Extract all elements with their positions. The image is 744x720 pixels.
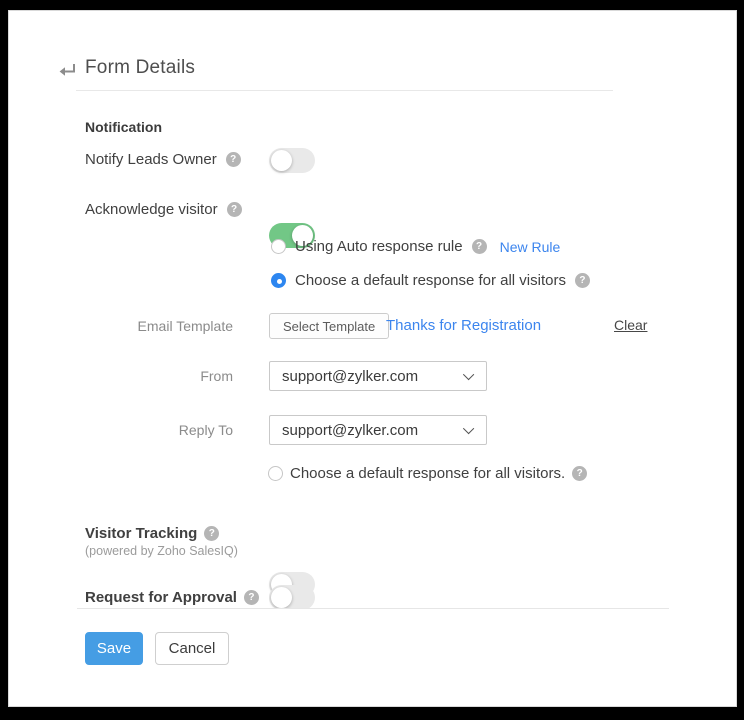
help-icon[interactable] <box>204 526 219 541</box>
reply-to-select-value: support@zylker.com <box>282 422 466 439</box>
request-for-approval-toggle[interactable] <box>269 585 315 608</box>
auto-response-rule-label: Using Auto response rule <box>295 238 463 255</box>
section-title-notification: Notification <box>85 119 162 135</box>
visitor-tracking-subtitle: (powered by Zoho SalesIQ) <box>85 544 238 558</box>
acknowledge-visitor-label: Acknowledge visitor <box>85 201 218 218</box>
help-icon[interactable] <box>244 590 259 605</box>
visitor-tracking-row: Visitor Tracking <box>85 525 219 542</box>
default-response-label: Choose a default response for all visito… <box>295 272 566 289</box>
default-response-bottom-label: Choose a default response for all visito… <box>290 465 565 482</box>
acknowledge-visitor-row: Acknowledge visitor <box>85 201 242 218</box>
visitor-tracking-label: Visitor Tracking <box>85 525 197 542</box>
reply-to-select[interactable]: support@zylker.com <box>269 415 487 445</box>
from-select[interactable]: support@zylker.com <box>269 361 487 391</box>
page-title: Form Details <box>85 57 195 79</box>
auto-response-rule-row: Using Auto response rule New Rule <box>271 238 560 255</box>
from-select-value: support@zylker.com <box>282 368 466 385</box>
back-button[interactable] <box>55 59 79 83</box>
help-icon[interactable] <box>572 466 587 481</box>
notify-leads-owner-label: Notify Leads Owner <box>85 151 217 168</box>
help-icon[interactable] <box>472 239 487 254</box>
help-icon[interactable] <box>227 202 242 217</box>
notify-leads-owner-row: Notify Leads Owner <box>85 151 241 168</box>
request-for-approval-row: Request for Approval <box>85 589 259 606</box>
reply-to-label: Reply To <box>9 422 233 438</box>
title-divider <box>76 90 613 91</box>
new-rule-link[interactable]: New Rule <box>500 239 561 255</box>
form-details-panel: Form Details Notification Notify Leads O… <box>8 10 737 707</box>
default-response-bottom-row: Choose a default response for all visito… <box>268 465 587 482</box>
select-template-button[interactable]: Select Template <box>269 313 389 339</box>
toggle-knob <box>271 587 292 608</box>
default-response-bottom-radio[interactable] <box>268 466 283 481</box>
save-button[interactable]: Save <box>85 632 143 665</box>
default-response-row: Choose a default response for all visito… <box>271 272 590 289</box>
email-template-label: Email Template <box>9 318 233 334</box>
footer-divider <box>77 608 669 609</box>
help-icon[interactable] <box>575 273 590 288</box>
back-arrow-icon <box>55 70 79 87</box>
cancel-button[interactable]: Cancel <box>155 632 229 665</box>
help-icon[interactable] <box>226 152 241 167</box>
selected-template-link[interactable]: Thanks for Registration <box>386 317 541 334</box>
auto-response-rule-radio[interactable] <box>271 239 286 254</box>
default-response-radio[interactable] <box>271 273 286 288</box>
toggle-knob <box>271 150 292 171</box>
clear-link[interactable]: Clear <box>614 317 647 333</box>
request-for-approval-label: Request for Approval <box>85 589 237 606</box>
from-label: From <box>9 368 233 384</box>
request-for-approval-toggle-clip <box>269 585 315 608</box>
notify-leads-owner-toggle[interactable] <box>269 148 315 173</box>
